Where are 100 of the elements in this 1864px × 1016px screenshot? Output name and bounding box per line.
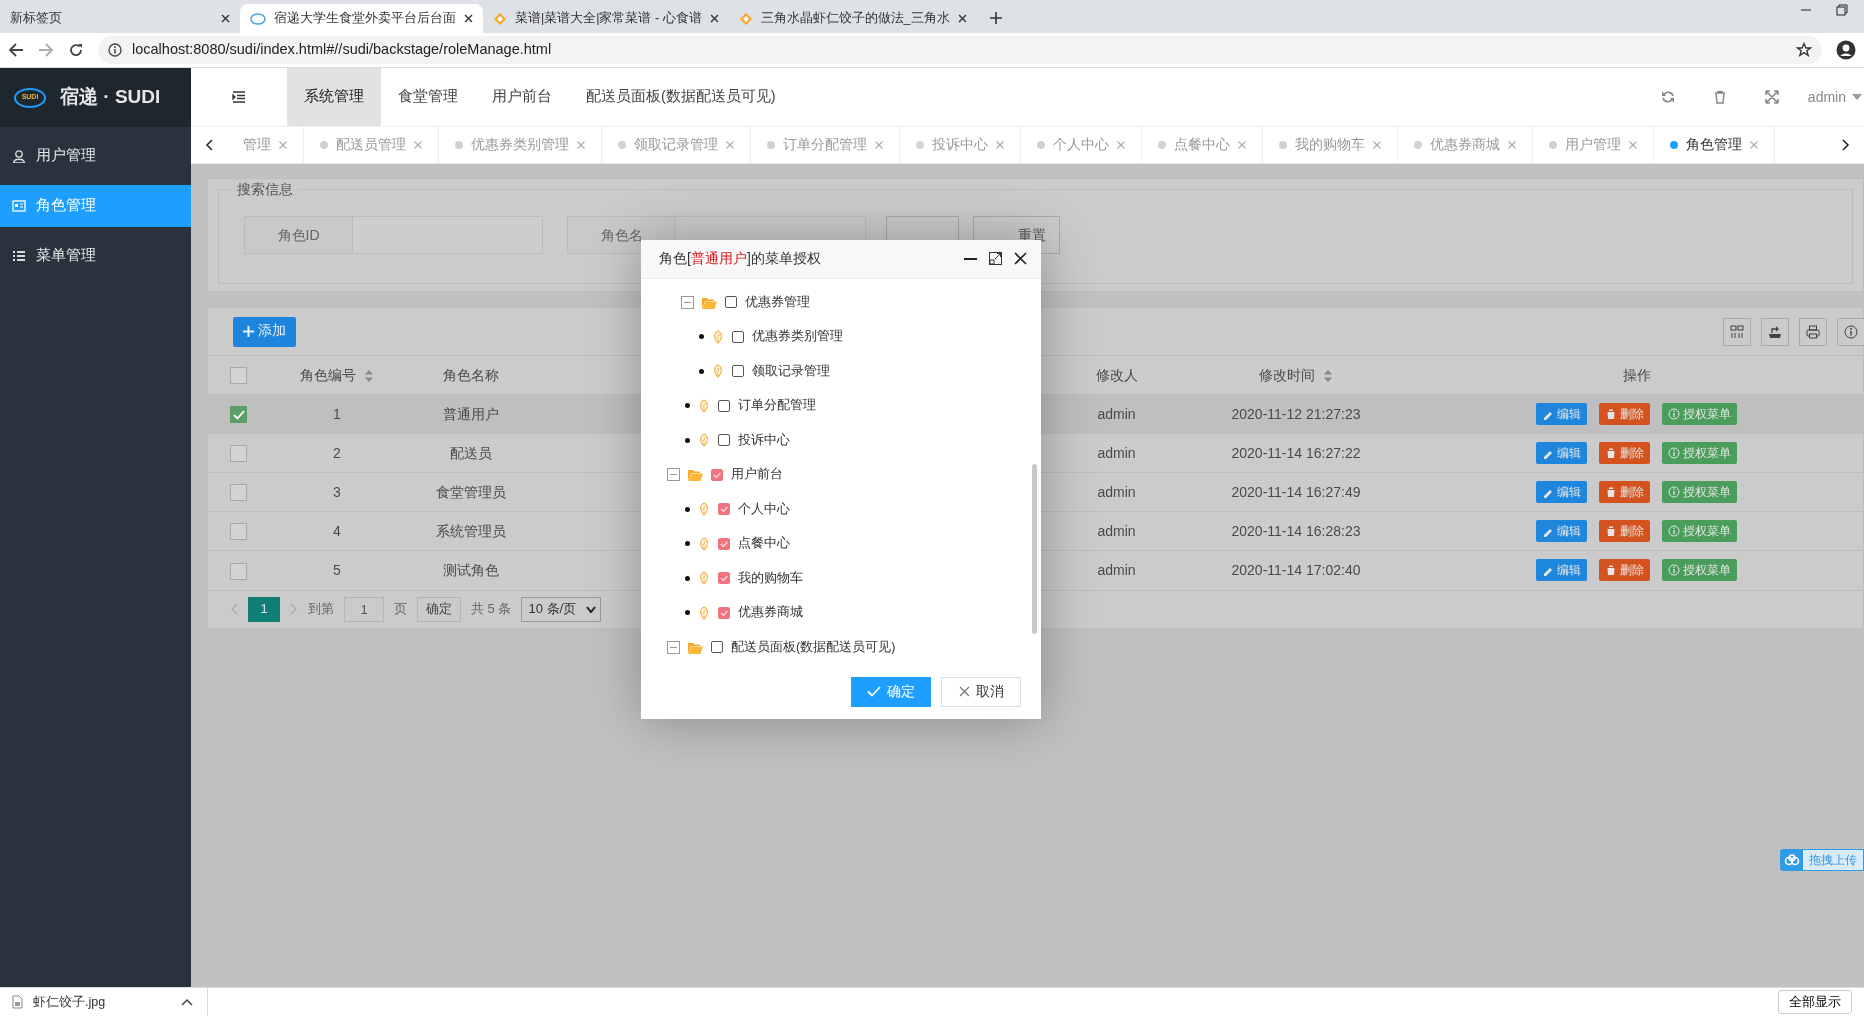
forward-icon[interactable] [38, 42, 54, 58]
trash-icon[interactable] [1712, 90, 1727, 104]
page-tab[interactable]: 优惠券类别管理 [471, 134, 569, 156]
nav-tab[interactable]: 用户前台 [475, 68, 569, 126]
fullscreen-icon[interactable] [1764, 90, 1779, 104]
tree-item-label[interactable]: 优惠券商城 [738, 603, 803, 623]
page-tab[interactable]: 管理 [243, 134, 271, 156]
delete-button[interactable]: 删除 [1599, 403, 1650, 426]
print-icon[interactable] [1806, 324, 1820, 339]
checkbox[interactable] [711, 468, 723, 481]
tree-item-label[interactable]: 领取记录管理 [752, 361, 830, 381]
tree-item-label[interactable]: 我的购物车 [738, 568, 803, 588]
delete-button[interactable]: 删除 [1599, 559, 1650, 582]
checkbox[interactable] [718, 434, 730, 447]
checkbox[interactable] [718, 503, 730, 516]
checkbox[interactable] [230, 562, 247, 580]
restore-icon[interactable] [1836, 4, 1848, 16]
edit-button[interactable]: 编辑 [1536, 559, 1587, 582]
add-button[interactable]: 添加 [233, 316, 296, 347]
menu-icon[interactable] [232, 91, 246, 103]
edit-button[interactable]: 编辑 [1536, 520, 1587, 543]
close-icon[interactable] [709, 14, 719, 23]
close-icon[interactable] [957, 14, 967, 23]
reload-icon[interactable] [68, 42, 84, 58]
sidebar-item[interactable]: 角色管理 [0, 185, 191, 227]
tree-item-label[interactable]: 优惠券管理 [745, 292, 810, 312]
browser-tab[interactable]: 三角水晶虾仁饺子的做法_三角水 [728, 4, 977, 33]
collapse-toggle[interactable] [681, 295, 694, 309]
columns-icon[interactable] [1730, 324, 1744, 339]
column-header[interactable]: 角色编号 [300, 366, 356, 383]
close-icon[interactable] [464, 14, 473, 23]
scrollbar-thumb[interactable] [1032, 463, 1037, 634]
chevron-left-icon[interactable] [230, 603, 238, 615]
page-tab[interactable]: 用户管理 [1565, 134, 1621, 156]
checkbox[interactable] [230, 445, 247, 463]
page-tab[interactable]: 订单分配管理 [783, 134, 867, 156]
authorize-button[interactable]: 授权菜单 [1662, 442, 1737, 465]
browser-tab[interactable]: 新标签页 [0, 4, 240, 33]
page-tab[interactable]: 我的购物车 [1295, 134, 1365, 156]
account-icon[interactable] [1836, 40, 1856, 60]
sort-icon[interactable] [1323, 368, 1333, 383]
edit-button[interactable]: 编辑 [1536, 403, 1587, 426]
star-icon[interactable] [1796, 42, 1812, 58]
authorize-button[interactable]: 授权菜单 [1662, 403, 1737, 426]
page-size-select[interactable]: 10 条/页 [521, 596, 602, 622]
browser-tab[interactable]: 菜谱|菜谱大全|家常菜谱 - 心食谱 [483, 4, 729, 33]
confirm-button[interactable]: 确定 [417, 596, 461, 622]
page-tab[interactable]: 配送员管理 [336, 134, 406, 156]
page-tab[interactable]: 投诉中心 [932, 134, 988, 156]
nav-tab[interactable]: 食堂管理 [381, 68, 475, 126]
close-icon[interactable] [221, 14, 230, 23]
page-input[interactable]: 1 [344, 596, 384, 622]
checkbox[interactable] [725, 296, 737, 309]
page-tab[interactable]: 角色管理 [1686, 134, 1742, 156]
chevron-up-icon[interactable] [181, 998, 193, 1006]
page-tab[interactable]: 领取记录管理 [634, 134, 718, 156]
tree-item-label[interactable]: 个人中心 [738, 499, 790, 519]
edit-button[interactable]: 编辑 [1536, 481, 1587, 504]
checkbox[interactable] [230, 484, 247, 502]
checkbox[interactable] [718, 572, 730, 585]
show-all-button[interactable]: 全部显示 [1778, 990, 1852, 1014]
cancel-button[interactable]: 取消 [941, 676, 1021, 707]
sidebar-item[interactable]: 菜单管理 [0, 235, 191, 277]
collapse-toggle[interactable] [667, 640, 680, 654]
close-icon[interactable] [1014, 252, 1027, 266]
authorize-button[interactable]: 授权菜单 [1662, 559, 1737, 582]
checkbox[interactable] [718, 537, 730, 550]
page-button[interactable]: 1 [248, 596, 280, 622]
browser-tab[interactable]: 宿递大学生食堂外卖平台后台面 [240, 4, 483, 33]
download-file-name[interactable]: 虾仁饺子.jpg [33, 992, 171, 1012]
maximize-icon[interactable] [989, 252, 1002, 266]
info-icon[interactable] [1844, 324, 1858, 339]
tree-item-label[interactable]: 订单分配管理 [738, 396, 816, 416]
checkbox[interactable] [718, 399, 730, 412]
tree-item-label[interactable]: 点餐中心 [738, 534, 790, 554]
checkbox[interactable] [732, 365, 744, 378]
tree-item-label[interactable]: 配送员面板(数据配送员可见) [731, 637, 896, 657]
delete-button[interactable]: 删除 [1599, 442, 1650, 465]
delete-button[interactable]: 删除 [1599, 481, 1650, 504]
user-menu[interactable]: admin [1797, 86, 1864, 108]
refresh-icon[interactable] [1660, 90, 1675, 104]
page-tab[interactable]: 个人中心 [1053, 134, 1109, 156]
sidebar-item[interactable]: 用户管理 [0, 135, 191, 177]
plus-icon[interactable] [988, 11, 1003, 25]
checkbox[interactable] [718, 606, 730, 619]
column-header[interactable]: 修改时间 [1259, 366, 1315, 383]
checkbox[interactable] [711, 641, 723, 654]
page-tab[interactable]: 点餐中心 [1174, 134, 1230, 156]
checkbox[interactable] [230, 406, 247, 424]
back-icon[interactable] [8, 42, 24, 58]
page-tab[interactable]: 优惠券商城 [1430, 134, 1500, 156]
sort-icon[interactable] [364, 368, 374, 383]
confirm-button[interactable]: 确定 [851, 676, 931, 707]
collapse-toggle[interactable] [667, 468, 680, 482]
chevron-right-icon[interactable] [290, 603, 298, 615]
checkbox[interactable] [230, 367, 247, 385]
nav-tab[interactable]: 系统管理 [287, 68, 381, 126]
export-icon[interactable] [1768, 324, 1782, 339]
checkbox[interactable] [732, 330, 744, 343]
upload-widget[interactable]: 拖拽上传 [1780, 849, 1864, 871]
